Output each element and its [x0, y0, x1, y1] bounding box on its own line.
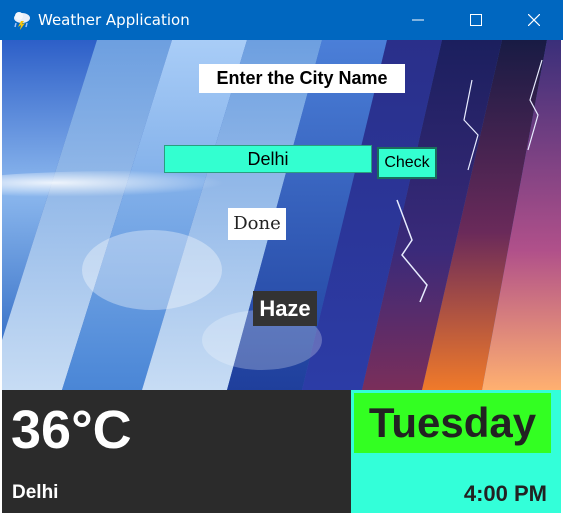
day-label: Tuesday: [354, 393, 551, 453]
maximize-button[interactable]: [453, 0, 499, 40]
minimize-icon: [412, 19, 424, 21]
temperature-panel: 36°C Delhi: [2, 390, 351, 513]
minimize-button[interactable]: [395, 0, 441, 40]
close-button[interactable]: [511, 0, 557, 40]
weather-background-image: Enter the City Name Delhi Check Done Haz…: [2, 40, 561, 390]
title-bar: Weather Application: [0, 0, 563, 40]
window-title: Weather Application: [38, 11, 190, 29]
status-label: Done: [228, 208, 286, 240]
app-window: Enter the City Name Delhi Check Done Haz…: [2, 40, 561, 513]
day-time-panel: Tuesday 4:00 PM: [351, 390, 561, 513]
city-name-label: Delhi: [12, 482, 59, 503]
close-icon: [528, 14, 540, 26]
temperature-value: 36°C: [11, 400, 132, 460]
cloud-lightning-icon: [14, 12, 30, 30]
weather-condition-label: Haze: [253, 291, 317, 326]
maximize-icon: [470, 14, 482, 26]
time-label: 4:00 PM: [463, 481, 547, 506]
check-button[interactable]: Check: [377, 147, 437, 179]
city-prompt-label: Enter the City Name: [199, 64, 405, 93]
city-input[interactable]: Delhi: [164, 145, 372, 173]
